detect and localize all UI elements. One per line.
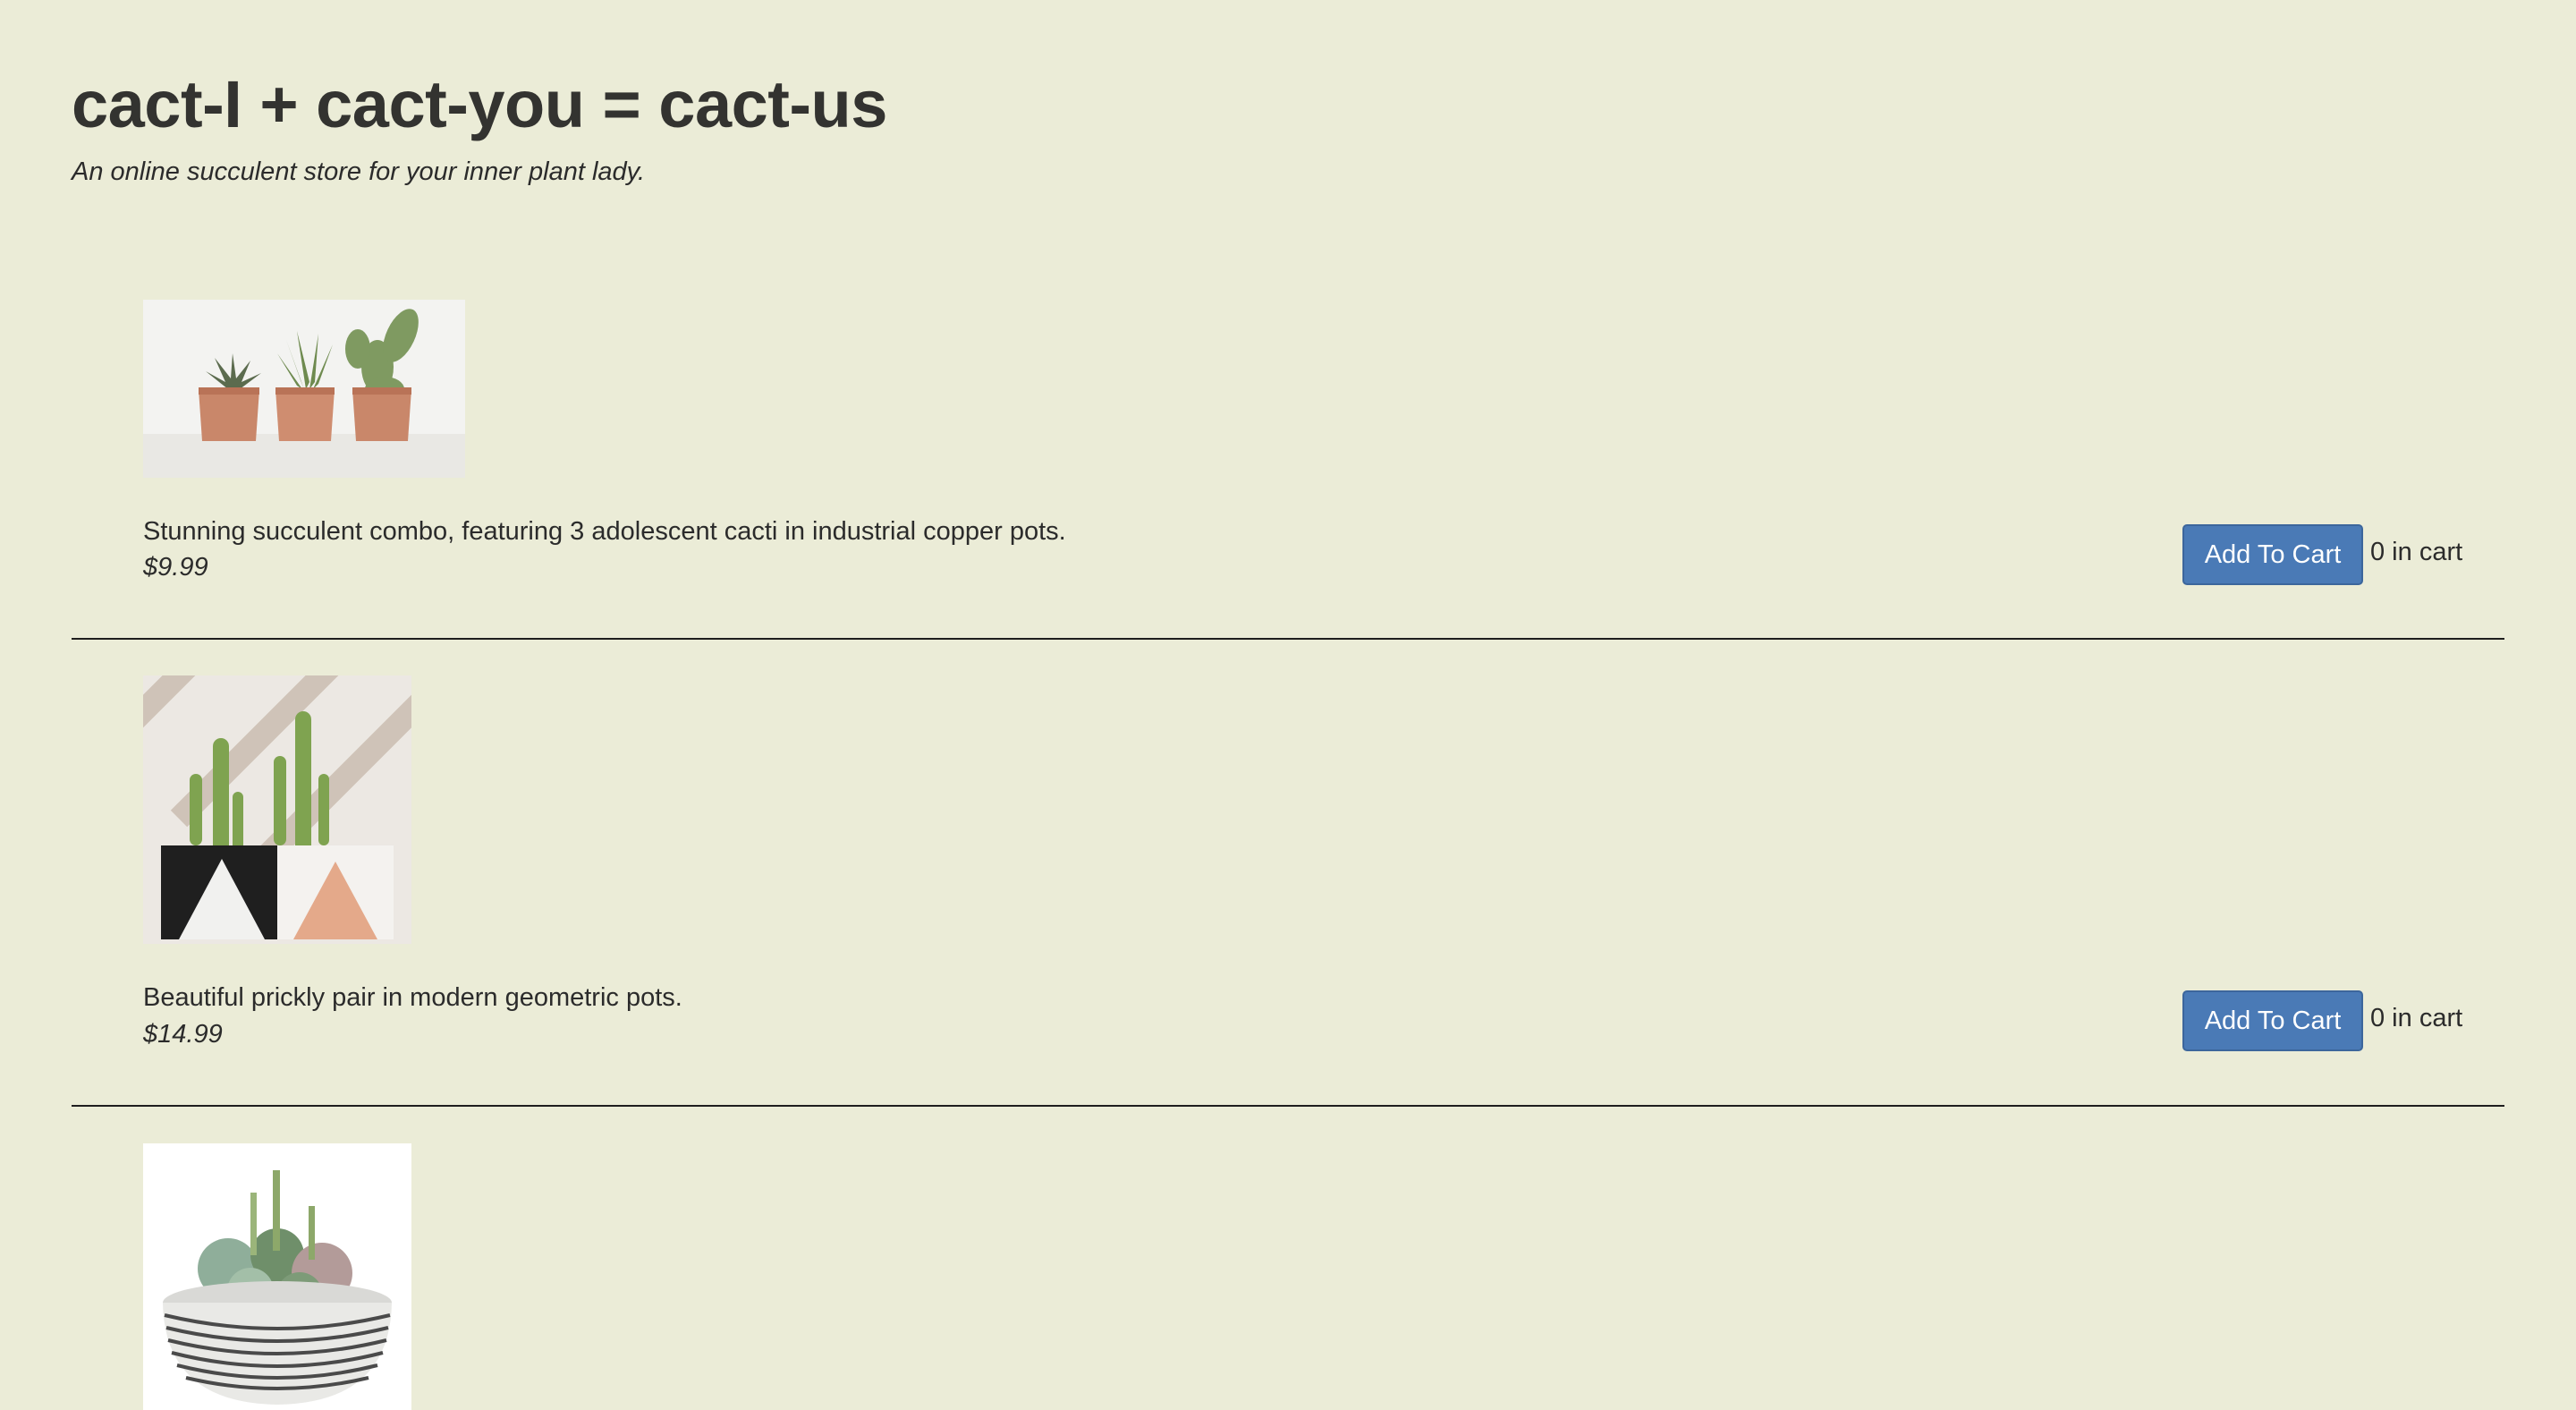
add-to-cart-button[interactable]: Add To Cart (2182, 990, 2363, 1051)
product-description: Beautiful prickly pair in modern geometr… (143, 983, 682, 1012)
add-to-cart-button[interactable]: Add To Cart (2182, 524, 2363, 585)
site-title: cact-I + cact-you = cact-us (72, 67, 887, 141)
copper-pots-cacti-photo (143, 300, 465, 478)
product-divider (72, 1105, 2504, 1107)
cart-count: 0 in cart (2370, 538, 2463, 566)
site-tagline: An online succulent store for your inner… (72, 157, 646, 186)
product-description: Stunning succulent combo, featuring 3 ad… (143, 517, 1066, 546)
geometric-pots-cacti-photo (143, 675, 411, 944)
product-divider (72, 638, 2504, 640)
product-price: $14.99 (143, 1020, 223, 1049)
product-price: $9.99 (143, 553, 208, 582)
succulent-bowl-photo (143, 1143, 411, 1410)
cart-count: 0 in cart (2370, 1004, 2463, 1032)
